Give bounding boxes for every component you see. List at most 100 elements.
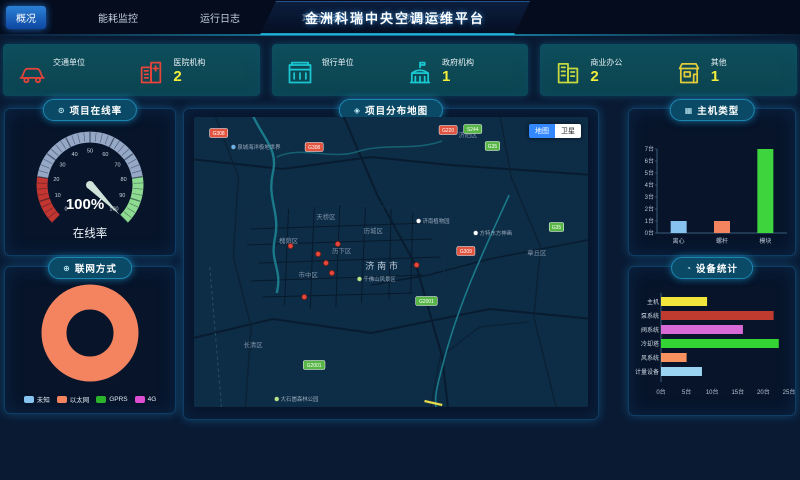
stat-label: 医院机构: [173, 57, 205, 68]
stat-value: 2: [590, 68, 622, 85]
svg-text:2台: 2台: [645, 205, 654, 213]
map-project-dot[interactable]: [316, 251, 321, 256]
stat-item[interactable]: 交通单位: [17, 55, 125, 86]
map-type-map-button[interactable]: 地图: [529, 124, 555, 138]
network-chart-body: 未知以太网 GPRS 4G: [7, 279, 173, 411]
svg-text:冷却塔: 冷却塔: [641, 340, 659, 348]
panel-device-stats-title: 设备统计: [696, 261, 738, 275]
online-rate-gauge: 0102030405060708090100100%在线率: [7, 121, 173, 253]
panel-host-type-header: ▦ 主机类型: [670, 99, 755, 121]
svg-text:40: 40: [72, 152, 78, 158]
map-district-label: 市中区: [299, 270, 319, 279]
map-district-label: 历下区: [332, 247, 352, 255]
map-project-dot[interactable]: [335, 241, 340, 246]
map-poi-label: 千佛山风景区: [363, 275, 396, 283]
compass-icon: ◔: [686, 264, 692, 273]
map-type-satellite-button[interactable]: 卫星: [555, 124, 581, 138]
svg-text:泵系统: 泵系统: [641, 312, 659, 320]
map-road-badge-label: G35: [552, 225, 562, 231]
nav-tab-1[interactable]: 能耗监控: [88, 6, 148, 29]
stat-value: 1: [442, 68, 474, 85]
network-legend: 未知以太网 GPRS 4G: [24, 394, 157, 404]
legend-item-未知[interactable]: 未知: [24, 394, 50, 404]
hospital-icon: [137, 58, 165, 86]
stat-card-0: 交通单位医院机构2: [3, 44, 260, 96]
map-project-dot[interactable]: [329, 270, 334, 275]
map-road-badge-label: G220: [442, 128, 454, 134]
legend-item-GPRS[interactable]: GPRS: [96, 396, 127, 403]
svg-text:15台: 15台: [731, 388, 744, 396]
map-poi-label: 大石崮森林公园: [281, 395, 319, 403]
link-icon: ⊙: [58, 106, 66, 115]
svg-text:100%: 100%: [66, 196, 104, 213]
panel-map: ◈ 项目分布地图 地图卫星: [183, 108, 599, 420]
panel-network: ⊕ 联网方式 未知以太网GPRS4G: [4, 266, 176, 414]
svg-text:25台: 25台: [783, 388, 795, 396]
stat-cards: 交通单位医院机构2银行单位政府机构1商业办公2其他1: [3, 44, 797, 96]
legend-label: 4G: [148, 396, 157, 403]
map-project-dot[interactable]: [302, 294, 307, 299]
map-poi-marker[interactable]: [416, 219, 421, 224]
map-poi-label: 泉城海洋极地世界: [237, 143, 281, 151]
legend-swatch: [96, 396, 106, 403]
legend-swatch: [57, 396, 67, 403]
svg-text:30: 30: [59, 162, 65, 168]
panel-host-type-title: 主机类型: [697, 103, 739, 117]
svg-text:在线率: 在线率: [73, 226, 108, 240]
panel-host-type: ▦ 主机类型 0台1台2台3台4台5台6台7台离心螺杆模块: [628, 108, 796, 256]
map-poi-marker[interactable]: [231, 145, 236, 150]
svg-text:5台: 5台: [645, 169, 654, 177]
svg-text:50: 50: [87, 148, 93, 154]
stat-card-1: 银行单位政府机构1: [272, 44, 529, 96]
panel-map-title: 项目分布地图: [365, 103, 428, 117]
svg-text:螺杆: 螺杆: [716, 237, 728, 245]
svg-text:模块: 模块: [759, 237, 771, 245]
map-project-dot[interactable]: [414, 262, 419, 267]
app-title-box: 金洲科瑞中央空调运维平台: [260, 1, 530, 35]
stat-label: 商业办公: [590, 57, 622, 68]
svg-text:7台: 7台: [645, 145, 654, 153]
stat-item[interactable]: 银行单位: [286, 55, 394, 86]
legend-item-以太网[interactable]: 以太网: [57, 394, 90, 404]
bank-icon: [286, 58, 314, 86]
svg-text:5台: 5台: [682, 388, 691, 396]
panel-network-header: ⊕ 联网方式: [48, 257, 132, 279]
svg-text:80: 80: [121, 177, 127, 183]
map-road-badge-label: G309: [460, 249, 472, 255]
legend-swatch: [24, 396, 34, 403]
panel-network-title: 联网方式: [75, 261, 117, 275]
project-map[interactable]: 天桥区历城区槐荫区历下区市中区章丘区济阳区长清区济南市泉城海洋极地世界济南植物园…: [194, 117, 588, 407]
map-poi-marker[interactable]: [274, 397, 279, 402]
nav-glow-line: [0, 34, 800, 36]
nav-tab-0[interactable]: 概况: [6, 6, 46, 29]
map-road-badge-label: G2001: [419, 299, 434, 305]
map-poi-marker[interactable]: [357, 277, 362, 282]
map-district-label: 长清区: [244, 340, 264, 349]
map-project-dot[interactable]: [323, 260, 328, 265]
grid-icon: ▦: [685, 106, 694, 115]
map-poi-marker[interactable]: [473, 231, 478, 236]
stat-item[interactable]: 其他1: [675, 55, 783, 86]
stat-value: 1: [711, 68, 727, 85]
map-city-label: 济南市: [365, 260, 400, 271]
nav-tab-2[interactable]: 运行日志: [190, 6, 250, 29]
stat-item[interactable]: 商业办公2: [554, 55, 662, 86]
svg-text:0台: 0台: [656, 388, 665, 396]
map-type-toggle: 地图卫星: [529, 124, 581, 138]
map-project-dot[interactable]: [288, 243, 293, 248]
panel-device-stats: ◔ 设备统计 主机泵系统阀系统冷却塔风系统计量设备0台5台10台15台20台25…: [628, 266, 796, 416]
svg-text:20台: 20台: [757, 388, 770, 396]
map-canvas[interactable]: 地图卫星: [194, 117, 588, 407]
svg-text:10: 10: [55, 193, 61, 199]
svg-text:20: 20: [53, 177, 59, 183]
svg-text:风系统: 风系统: [641, 354, 659, 362]
map-poi-label: 济南植物园: [423, 217, 450, 225]
stat-item[interactable]: 政府机构1: [406, 55, 514, 86]
stat-label: 其他: [711, 57, 727, 68]
legend-item-4G[interactable]: 4G: [135, 396, 157, 403]
stat-item[interactable]: 医院机构2: [137, 55, 245, 86]
app-title: 金洲科瑞中央空调运维平台: [305, 8, 485, 27]
device-stats-chart: 主机泵系统阀系统冷却塔风系统计量设备0台5台10台15台20台25台: [631, 279, 793, 413]
svg-text:1台: 1台: [645, 217, 654, 225]
panel-device-stats-header: ◔ 设备统计: [671, 257, 753, 279]
